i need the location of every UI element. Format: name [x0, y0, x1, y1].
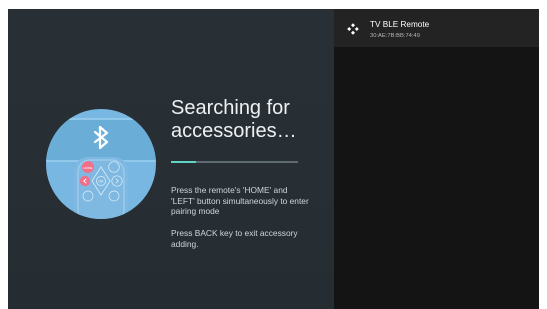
- search-progress-fill: [171, 161, 197, 163]
- exit-instruction: Press BACK key to exit accessory adding.: [171, 228, 298, 249]
- search-progress-bar: [171, 161, 298, 163]
- remote-ok-label: OK: [98, 180, 104, 184]
- device-list: TV BLE Remote 30:AE:7B:BB:74:49: [334, 9, 539, 309]
- pairing-instruction: Press the remote's 'HOME' and 'LEFT' but…: [171, 185, 309, 216]
- gamepad-icon: [347, 23, 359, 35]
- svg-text:HOME: HOME: [84, 166, 93, 170]
- device-name: TV BLE Remote: [370, 20, 430, 29]
- pairing-panel: HOME OK Searching for accessories… Press…: [8, 9, 334, 309]
- device-address: 30:AE:7B:BB:74:49: [370, 33, 420, 39]
- pairing-screen: HOME OK Searching for accessories… Press…: [8, 9, 539, 309]
- page-title: Searching for accessories…: [171, 97, 297, 142]
- device-list-item[interactable]: TV BLE Remote 30:AE:7B:BB:74:49: [334, 9, 539, 47]
- remote-home-button: HOME: [82, 161, 94, 173]
- remote-left-button: [79, 175, 91, 187]
- pairing-illustration: HOME OK: [46, 109, 156, 219]
